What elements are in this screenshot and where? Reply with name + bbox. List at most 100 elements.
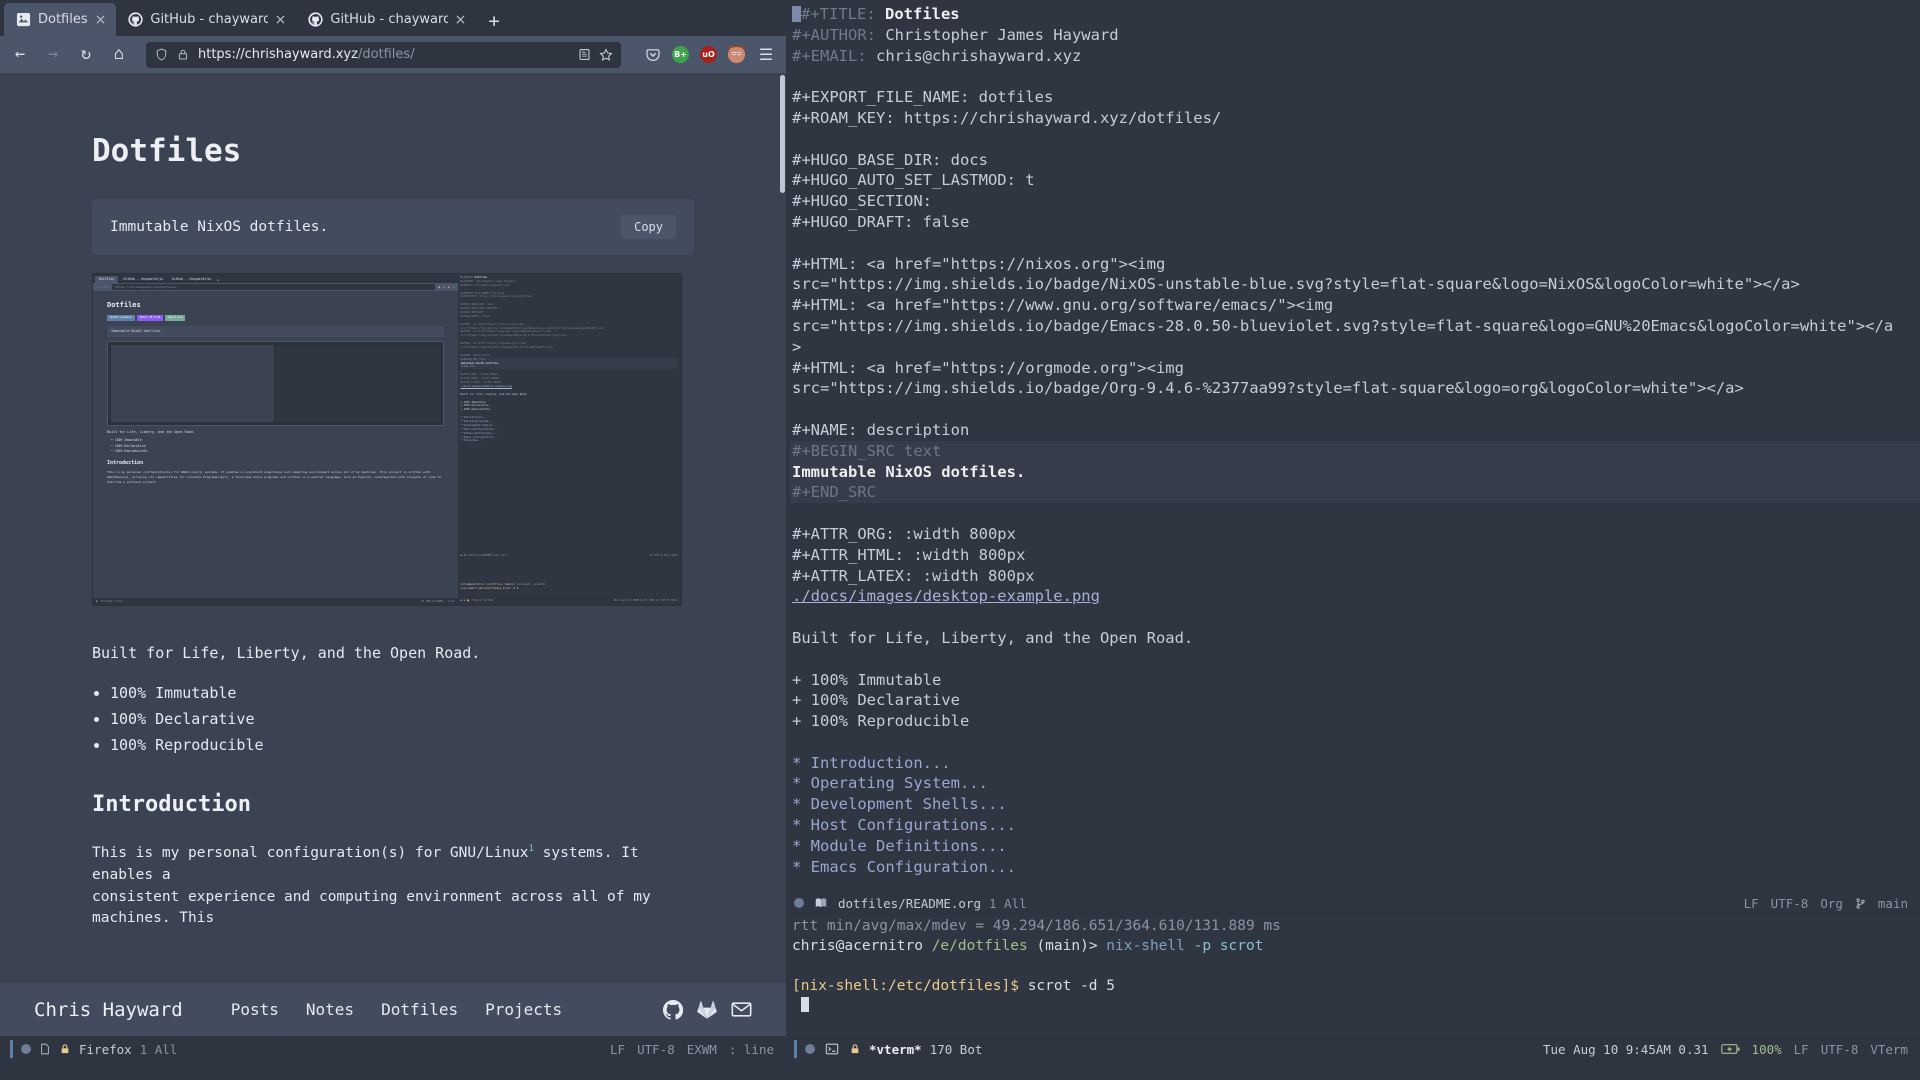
- org-line: + 100% Reproducible: [790, 711, 1920, 732]
- org-line: #+HUGO_BASE_DIR: docs: [790, 150, 1920, 171]
- browser-tab-label: GitHub - chayward1/dotfi: [330, 12, 448, 27]
- org-line: [790, 503, 1920, 524]
- org-text: + 100% Immutable: [792, 670, 942, 689]
- account-avatar-icon[interactable]: [728, 46, 745, 63]
- org-line: #+END_SRC: [790, 482, 1920, 504]
- org-text: #+HTML: <a href="https://orgmode.org"><i…: [792, 358, 1184, 377]
- address-bar[interactable]: https://chrishayward.xyz/dotfiles/: [146, 41, 621, 68]
- org-text: #+EXPORT_FILE_NAME: dotfiles: [792, 88, 1054, 107]
- extension-icons: B+ uO ☰: [638, 46, 776, 63]
- list-item: 100% Declarative: [110, 710, 694, 728]
- page-favicon: [16, 12, 31, 27]
- modeline-battery: 100%: [1751, 1041, 1782, 1057]
- org-text: * Operating System...: [792, 774, 988, 793]
- org-text: #+ATTR_LATEX: :width 800px: [792, 566, 1035, 585]
- browser-tab-bar: Dotfiles × GitHub - chayward1/dotfi × Gi…: [0, 0, 786, 36]
- copy-button[interactable]: Copy: [621, 215, 676, 239]
- site-brand[interactable]: Chris Hayward: [34, 999, 183, 1021]
- page-scrollbar[interactable]: [780, 75, 785, 193]
- org-line: [790, 233, 1920, 254]
- terminal-cursor: [800, 997, 809, 1012]
- tab-close-icon[interactable]: ×: [275, 12, 287, 28]
- org-line: #+HUGO_DRAFT: false: [790, 212, 1920, 233]
- url-text[interactable]: https://chrishayward.xyz/dotfiles/: [198, 47, 569, 62]
- browser-tab-2[interactable]: GitHub - chayward1/dotfi ×: [296, 3, 476, 36]
- site-footer-nav: Chris Hayward Posts Notes Dotfiles Proje…: [0, 983, 786, 1036]
- org-line: * Development Shells...: [790, 794, 1920, 815]
- org-value: Christopher James Hayward: [876, 25, 1119, 44]
- ublock-origin-icon[interactable]: uO: [700, 46, 717, 63]
- email-icon[interactable]: [731, 999, 752, 1020]
- url-host: https://chrishayward.xyz: [198, 47, 358, 62]
- org-text: Built for Life, Liberty, and the Open Ro…: [792, 628, 1194, 647]
- org-text: + 100% Declarative: [792, 691, 960, 710]
- new-tab-button[interactable]: +: [476, 10, 511, 36]
- github-icon[interactable]: [663, 999, 683, 1020]
- home-button[interactable]: ⌂: [109, 46, 129, 63]
- org-line: #+EMAIL: chris@chrishayward.xyz: [790, 46, 1920, 67]
- gitlab-icon[interactable]: [697, 1000, 717, 1020]
- nav-link-notes[interactable]: Notes: [306, 1000, 354, 1019]
- browser-tab-0[interactable]: Dotfiles ×: [4, 3, 117, 36]
- vterm-line: [792, 996, 1920, 1016]
- org-text: + 100% Reproducible: [792, 712, 970, 731]
- vterm-buffer[interactable]: rtt min/avg/max/mdev = 49.294/186.651/36…: [786, 916, 1920, 1036]
- reader-view-icon[interactable]: [577, 48, 591, 62]
- org-text: src="https://img.shields.io/badge/NixOS-…: [792, 275, 1800, 294]
- org-line: src="https://img.shields.io/badge/Org-9.…: [790, 378, 1920, 399]
- vterm-text: /e/dotfiles: [931, 938, 1037, 954]
- page-title: Dotfiles: [92, 133, 242, 169]
- star-icon[interactable]: [599, 47, 613, 62]
- text-cursor: [792, 6, 801, 22]
- browser-tab-label: Dotfiles: [38, 12, 88, 27]
- org-value: Dotfiles: [875, 5, 960, 23]
- url-path: /dotfiles/: [357, 47, 415, 62]
- reload-button[interactable]: ↻: [76, 46, 96, 63]
- back-button[interactable]: ←: [10, 46, 30, 63]
- modeline-encoding: UTF-8: [1770, 895, 1809, 911]
- vterm-modeline: *vterm* 170 Bot Tue Aug 10 9:45AM 0.31 1…: [786, 1036, 1920, 1062]
- org-line: * Introduction...: [790, 753, 1920, 774]
- vterm-text: [nix-shell:/etc/dotfiles]$: [792, 978, 1028, 994]
- buffer-state-dot: [805, 1044, 815, 1054]
- org-text: [792, 608, 801, 626]
- firefox-window: Dotfiles × GitHub - chayward1/dotfi × Gi…: [0, 0, 786, 1080]
- org-text: * Introduction...: [792, 753, 951, 772]
- modeline-buffer-name: dotfiles/README.org: [838, 895, 981, 911]
- org-line: Built for Life, Liberty, and the Open Ro…: [790, 628, 1920, 649]
- padlock-icon[interactable]: [176, 48, 190, 62]
- org-line: Immutable NixOS dotfiles.: [790, 461, 1920, 483]
- tab-close-icon[interactable]: ×: [95, 12, 107, 28]
- vterm-text: chris@acernitro: [792, 938, 932, 954]
- bitwarden-icon[interactable]: B+: [672, 46, 689, 63]
- org-line: ./docs/images/desktop-example.png: [790, 586, 1920, 607]
- nav-link-posts[interactable]: Posts: [231, 1000, 279, 1019]
- org-line: [790, 732, 1920, 753]
- org-text: #+ATTR_HTML: :width 800px: [792, 545, 1026, 564]
- vterm-line: [nix-shell:/etc/dotfiles]$ scrot -d 5: [792, 976, 1920, 996]
- forward-button[interactable]: →: [43, 46, 63, 63]
- hamburger-menu-icon[interactable]: ☰: [756, 46, 776, 63]
- nav-link-dotfiles[interactable]: Dotfiles: [381, 1000, 458, 1019]
- browser-tab-1[interactable]: GitHub - chayward1/dotfi ×: [116, 3, 296, 36]
- org-buffer[interactable]: #+TITLE: Dotfiles #+AUTHOR: Christopher J…: [786, 0, 1920, 890]
- pocket-icon[interactable]: [644, 46, 661, 63]
- org-text: >: [792, 337, 802, 356]
- emacs-window: #+TITLE: Dotfiles #+AUTHOR: Christopher J…: [786, 0, 1920, 1080]
- org-text: * Emacs Configuration...: [792, 857, 1016, 876]
- vterm-line: [792, 956, 1920, 976]
- org-line: #+TITLE: Dotfiles: [790, 4, 1920, 25]
- site-tagline: Built for Life, Liberty, and the Open Ro…: [92, 644, 481, 662]
- org-line: #+HUGO_SECTION:: [790, 191, 1920, 212]
- shield-icon[interactable]: [154, 48, 168, 62]
- org-text: [792, 650, 801, 668]
- org-line: src="https://img.shields.io/badge/NixOS-…: [790, 274, 1920, 295]
- tab-close-icon[interactable]: ×: [455, 12, 467, 28]
- battery-charging-icon: [1720, 1042, 1740, 1057]
- browser-tab-label: GitHub - chayward1/dotfi: [150, 12, 268, 27]
- org-text: #+ROAM_KEY: https://chrishayward.xyz/dot…: [792, 108, 1222, 127]
- firefox-modeline: Firefox 1 All LF UTF-8 EXWM : line: [0, 1036, 786, 1062]
- git-branch-icon: [1855, 896, 1866, 911]
- nav-link-projects[interactable]: Projects: [485, 1000, 562, 1019]
- vterm-line: chris@acernitro /e/dotfiles (main)> nix-…: [792, 936, 1920, 956]
